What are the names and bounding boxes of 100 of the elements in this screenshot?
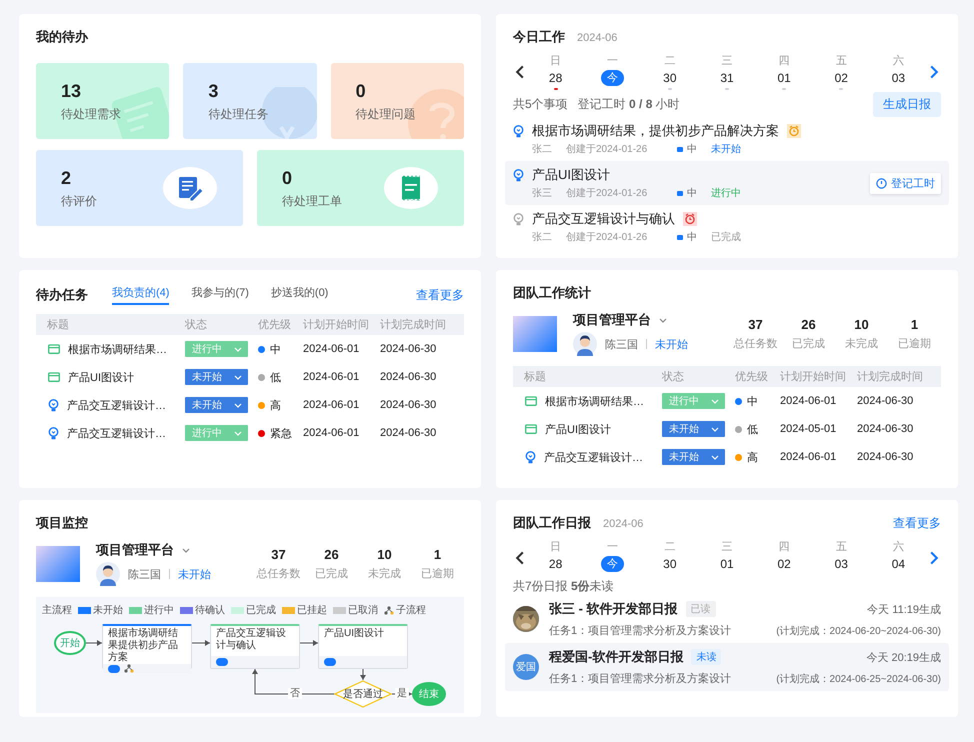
- month-label: 2024-06: [577, 32, 618, 44]
- task-title[interactable]: 产品UI图设计: [545, 422, 611, 436]
- card-title: 团队工作日报: [513, 514, 591, 532]
- project-name[interactable]: 项目管理平台: [96, 541, 174, 559]
- bulb-icon: [513, 212, 524, 226]
- date-item[interactable]: 03: [886, 70, 912, 86]
- folder-icon: [48, 372, 60, 382]
- summary-tile[interactable]: 0 待处理工单: [257, 150, 464, 226]
- weekday-label: 三: [721, 54, 732, 68]
- date-item[interactable]: 01: [714, 556, 740, 572]
- decision-node[interactable]: 是否通过: [334, 680, 392, 708]
- tab[interactable]: 抄送我的(0): [270, 285, 328, 305]
- date-item[interactable]: 31: [714, 70, 740, 86]
- caret-icon: [711, 454, 719, 460]
- table-cell-text: 2024-06-30: [380, 427, 438, 439]
- card-title: 待办任务: [36, 286, 88, 304]
- stat-value: 1: [910, 316, 920, 332]
- generate-report-button[interactable]: 生成日报: [873, 92, 941, 117]
- folder-icon: [525, 396, 537, 406]
- column-header: 计划开始时间: [303, 318, 370, 332]
- priority-label: 中: [747, 394, 758, 408]
- table-cell-text: 2024-06-01: [303, 343, 360, 355]
- stat-label: 总任务数: [732, 336, 778, 350]
- work-item[interactable]: 根据市场调研结果，提供初步产品解决方案 张二 创建于2024-01-26 中 未开始: [505, 117, 949, 161]
- table-cell-text: 2024-05-01: [780, 423, 838, 435]
- status-dropdown[interactable]: 未开始: [185, 369, 248, 385]
- work-item[interactable]: 产品交互逻辑设计与确认 张二 创建于2024-01-26 中 已完成: [505, 205, 949, 249]
- date-item[interactable]: 30: [657, 556, 683, 572]
- table-cell-text: 2024-06-01: [780, 395, 838, 407]
- clock-icon: [876, 178, 887, 189]
- flow-node[interactable]: 产品UI图设计: [318, 624, 408, 669]
- created-date: 创建于2024-01-26: [566, 230, 648, 244]
- plan-dates: (计划完成：2024-06-25~2024-06-30): [776, 672, 941, 686]
- summary-tile[interactable]: 2 待评价: [36, 150, 243, 226]
- stat-label: 未完成: [844, 336, 879, 350]
- stat-value: 26: [323, 546, 340, 562]
- date-item[interactable]: 04: [886, 556, 912, 572]
- status-dropdown[interactable]: 未开始: [185, 397, 248, 413]
- date-item[interactable]: 28: [542, 70, 568, 86]
- log-hours-button[interactable]: 登记工时: [870, 173, 941, 194]
- date-item[interactable]: 今: [601, 556, 624, 572]
- tile-count: 0: [356, 81, 367, 102]
- status-label: 未开始: [711, 142, 742, 156]
- status-dropdown[interactable]: 未开始: [662, 449, 725, 465]
- task-title[interactable]: 根据市场调研结果…: [545, 394, 644, 408]
- legend-title: 主流程: [42, 604, 72, 617]
- view-more-link[interactable]: 查看更多: [893, 515, 941, 532]
- table-cell-text: 2024-06-30: [380, 399, 438, 411]
- month-label: 2024-06: [603, 518, 644, 530]
- hours-text: 登记工时 0 / 8 小时: [578, 96, 680, 113]
- date-item[interactable]: 03: [828, 556, 854, 572]
- task-title[interactable]: 产品交互逻辑设计…: [544, 450, 643, 464]
- owner-name: 陈三国: [605, 338, 638, 352]
- report-title: 张三 - 软件开发部日报: [549, 600, 678, 618]
- stat-value: 10: [853, 316, 870, 332]
- work-item[interactable]: 产品UI图设计 张三 创建于2024-01-26 中 进行中 登记工时: [505, 161, 949, 205]
- date-item[interactable]: 今: [601, 70, 624, 86]
- date-item[interactable]: 02: [828, 70, 854, 86]
- date-item[interactable]: 28: [542, 556, 568, 572]
- stat-label: 已逾期: [420, 566, 455, 580]
- summary-tile[interactable]: 3 待处理任务: [183, 63, 317, 139]
- task-title[interactable]: 产品UI图设计: [68, 370, 134, 384]
- stat-value: 26: [800, 316, 817, 332]
- tab[interactable]: 我负责的(4): [112, 285, 170, 305]
- date-item[interactable]: 01: [771, 70, 797, 86]
- card-title: 项目监控: [36, 514, 88, 532]
- tile-label: 待处理任务: [208, 106, 270, 123]
- date-item[interactable]: 30: [657, 70, 683, 86]
- view-more-link[interactable]: 查看更多: [416, 286, 464, 304]
- caret-icon: [711, 426, 719, 432]
- project-name[interactable]: 项目管理平台: [573, 311, 651, 329]
- card-title: 今日工作: [513, 28, 565, 46]
- tile-label: 待处理需求: [61, 106, 122, 123]
- stat-label: 已完成: [791, 336, 826, 350]
- stat-label: 未完成: [367, 566, 402, 580]
- report-item[interactable]: 爱国 程爱国-软件开发部日报 未读 今天 20:19生成 任务1：项目管理需求分析及方案设计 (计划完成：2024-06-25~2024-06-30): [505, 643, 949, 691]
- summary-tile[interactable]: 0 待处理问题: [330, 63, 464, 139]
- summary-tile[interactable]: 13 待处理需求: [36, 63, 170, 139]
- user-avatar: 爱国: [513, 654, 539, 680]
- date-item[interactable]: 02: [771, 556, 797, 572]
- weekday-label: 六: [892, 540, 904, 554]
- column-header: 计划开始时间: [780, 370, 847, 384]
- priority-label: 低: [747, 422, 758, 436]
- tile-count: 3: [208, 81, 220, 102]
- flow-node[interactable]: 产品交互逻辑设计与确认: [210, 624, 300, 669]
- assignee-icon: [216, 658, 228, 666]
- receipt-icon: [384, 167, 438, 209]
- weekday-label: 二: [664, 54, 676, 68]
- item-title: 产品UI图设计: [532, 166, 610, 184]
- task-title[interactable]: 产品交互逻辑设计…: [67, 398, 166, 412]
- column-header: 优先级: [258, 318, 292, 332]
- subprocess-icon: [384, 606, 394, 614]
- weekday-label: 日: [550, 540, 562, 554]
- column-header: 计划完成时间: [380, 318, 447, 332]
- status-dropdown[interactable]: 未开始: [662, 421, 725, 437]
- table-cell-text: 2024-06-01: [303, 399, 360, 411]
- report-item[interactable]: 张三 - 软件开发部日报 已读 今天 11:19生成 任务1：项目管理需求分析及方案设计 (计划完成：2024-06-20~2024-06-30): [505, 595, 949, 643]
- task-title[interactable]: 产品交互逻辑设计…: [67, 426, 166, 440]
- task-title[interactable]: 根据市场调研结果…: [68, 342, 167, 356]
- tab[interactable]: 我参与的(7): [191, 285, 249, 305]
